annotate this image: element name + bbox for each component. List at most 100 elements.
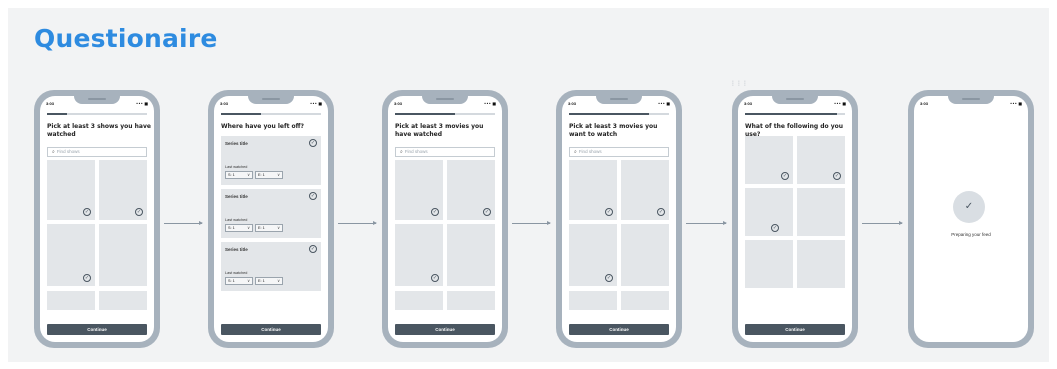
movie-tile[interactable]: [621, 224, 669, 286]
question-text: Pick at least 3 movies you want to watch: [569, 123, 658, 138]
check-icon: ✓: [953, 191, 985, 223]
phone-notch: [772, 96, 818, 104]
movie-tile[interactable]: ✓: [569, 160, 617, 220]
service-tile[interactable]: ✓: [745, 188, 793, 236]
show-tile[interactable]: [47, 291, 95, 310]
last-watched-label: Last watched: [225, 218, 248, 222]
check-icon: ✓: [309, 139, 317, 147]
screen: 3:03 ••• ■ What of the following do you …: [738, 96, 852, 342]
continue-button[interactable]: Continue: [745, 324, 845, 335]
continue-button[interactable]: Continue: [221, 324, 321, 335]
episode-value: E: 1: [258, 226, 265, 230]
search-input[interactable]: ⌕ Find shows: [47, 147, 147, 157]
progress-bar: [745, 113, 845, 115]
movie-tile[interactable]: ✓: [395, 160, 443, 220]
check-icon: ✓: [431, 274, 439, 282]
season-select[interactable]: S: 1 ∨: [225, 224, 253, 232]
episode-select[interactable]: E: 1 ∨: [255, 171, 283, 179]
phone-notch: [596, 96, 642, 104]
artboard: [8, 8, 1049, 362]
check-icon: ✓: [83, 274, 91, 282]
status-icons: ••• ■: [833, 101, 846, 106]
movie-tile[interactable]: [621, 291, 669, 310]
check-icon: ✓: [657, 208, 665, 216]
progress-bar: [47, 113, 147, 115]
season-value: S: 1: [228, 173, 235, 177]
service-tile[interactable]: ✓: [745, 136, 793, 184]
service-tile[interactable]: [797, 188, 845, 236]
progress-bar: [569, 113, 669, 115]
search-icon: ⌕: [574, 149, 577, 155]
status-icons: ••• ■: [1009, 101, 1022, 106]
movie-tile[interactable]: [569, 291, 617, 310]
check-icon: ✓: [83, 208, 91, 216]
status-time: 3:03: [46, 101, 55, 106]
phone-screen-3: 3:03 ••• ■ Pick at least 3 movies you ha…: [382, 90, 508, 348]
movie-tile[interactable]: ✓: [395, 224, 443, 286]
progress-fill: [745, 113, 837, 115]
movie-tile[interactable]: ✓: [569, 224, 617, 286]
chevron-down-icon: ∨: [277, 225, 280, 230]
show-tile[interactable]: ✓: [47, 224, 95, 286]
continue-button[interactable]: Continue: [395, 324, 495, 335]
check-icon: ✓: [833, 172, 841, 180]
search-placeholder: Find shows: [578, 149, 602, 154]
season-value: S: 1: [228, 279, 235, 283]
movie-tile[interactable]: ✓: [447, 160, 495, 220]
search-input[interactable]: ⌕ Find shows: [395, 147, 495, 157]
series-title: Series title: [225, 194, 248, 199]
search-placeholder: Find shows: [56, 149, 80, 154]
check-icon: ✓: [781, 172, 789, 180]
series-card[interactable]: Series title ✓ Last watched S: 1 ∨ E: 1 ∨: [221, 136, 321, 185]
search-icon: ⌕: [52, 149, 55, 155]
phone-notch: [74, 96, 120, 104]
episode-value: E: 1: [258, 173, 265, 177]
check-icon: ✓: [483, 208, 491, 216]
episode-select[interactable]: E: 1 ∨: [255, 224, 283, 232]
series-card[interactable]: Series title ✓ Last watched S: 1 ∨ E: 1 ∨: [221, 242, 321, 291]
grid-handle-icon: ⋮⋮⋮: [730, 80, 748, 87]
movie-tile[interactable]: [447, 224, 495, 286]
continue-button[interactable]: Continue: [47, 324, 147, 335]
progress-fill: [47, 113, 67, 115]
flow-arrow: [862, 221, 903, 225]
last-watched-label: Last watched: [225, 165, 248, 169]
search-placeholder: Find shows: [404, 149, 428, 154]
movie-tile[interactable]: ✓: [621, 160, 669, 220]
screen: 3:03 ••• ■ Pick at least 3 movies you wa…: [562, 96, 676, 342]
show-tile[interactable]: [99, 224, 147, 286]
preparing-message: Preparing your feed: [951, 232, 991, 237]
screen: 3:03 ••• ■ ✓ Preparing your feed: [914, 96, 1028, 342]
status-time: 3:03: [220, 101, 229, 106]
search-input[interactable]: ⌕ Find shows: [569, 147, 669, 157]
chevron-down-icon: ∨: [277, 278, 280, 283]
check-icon: ✓: [771, 224, 779, 232]
season-select[interactable]: S: 1 ∨: [225, 277, 253, 285]
status-time: 3:03: [568, 101, 577, 106]
service-tile[interactable]: ✓: [797, 136, 845, 184]
show-tile[interactable]: [99, 291, 147, 310]
phone-notch: [422, 96, 468, 104]
status-icons: ••• ■: [483, 101, 496, 106]
question-text: Where have you left off?: [221, 123, 305, 130]
season-select[interactable]: S: 1 ∨: [225, 171, 253, 179]
episode-select[interactable]: E: 1 ∨: [255, 277, 283, 285]
status-icons: ••• ■: [657, 101, 670, 106]
check-icon: ✓: [431, 208, 439, 216]
series-title: Series title: [225, 247, 248, 252]
series-card[interactable]: Series title ✓ Last watched S: 1 ∨ E: 1 ∨: [221, 189, 321, 238]
status-time: 3:03: [744, 101, 753, 106]
continue-button[interactable]: Continue: [569, 324, 669, 335]
service-tile[interactable]: [745, 240, 793, 288]
flow-arrow: [338, 221, 377, 225]
show-tile[interactable]: ✓: [47, 160, 95, 220]
show-tile[interactable]: ✓: [99, 160, 147, 220]
service-tile[interactable]: [797, 240, 845, 288]
movie-tile[interactable]: [395, 291, 443, 310]
flow-arrow: [686, 221, 727, 225]
search-icon: ⌕: [400, 149, 403, 155]
question-text: Pick at least 3 shows you have watched: [47, 123, 151, 138]
progress-bar: [395, 113, 495, 115]
check-icon: ✓: [135, 208, 143, 216]
movie-tile[interactable]: [447, 291, 495, 310]
